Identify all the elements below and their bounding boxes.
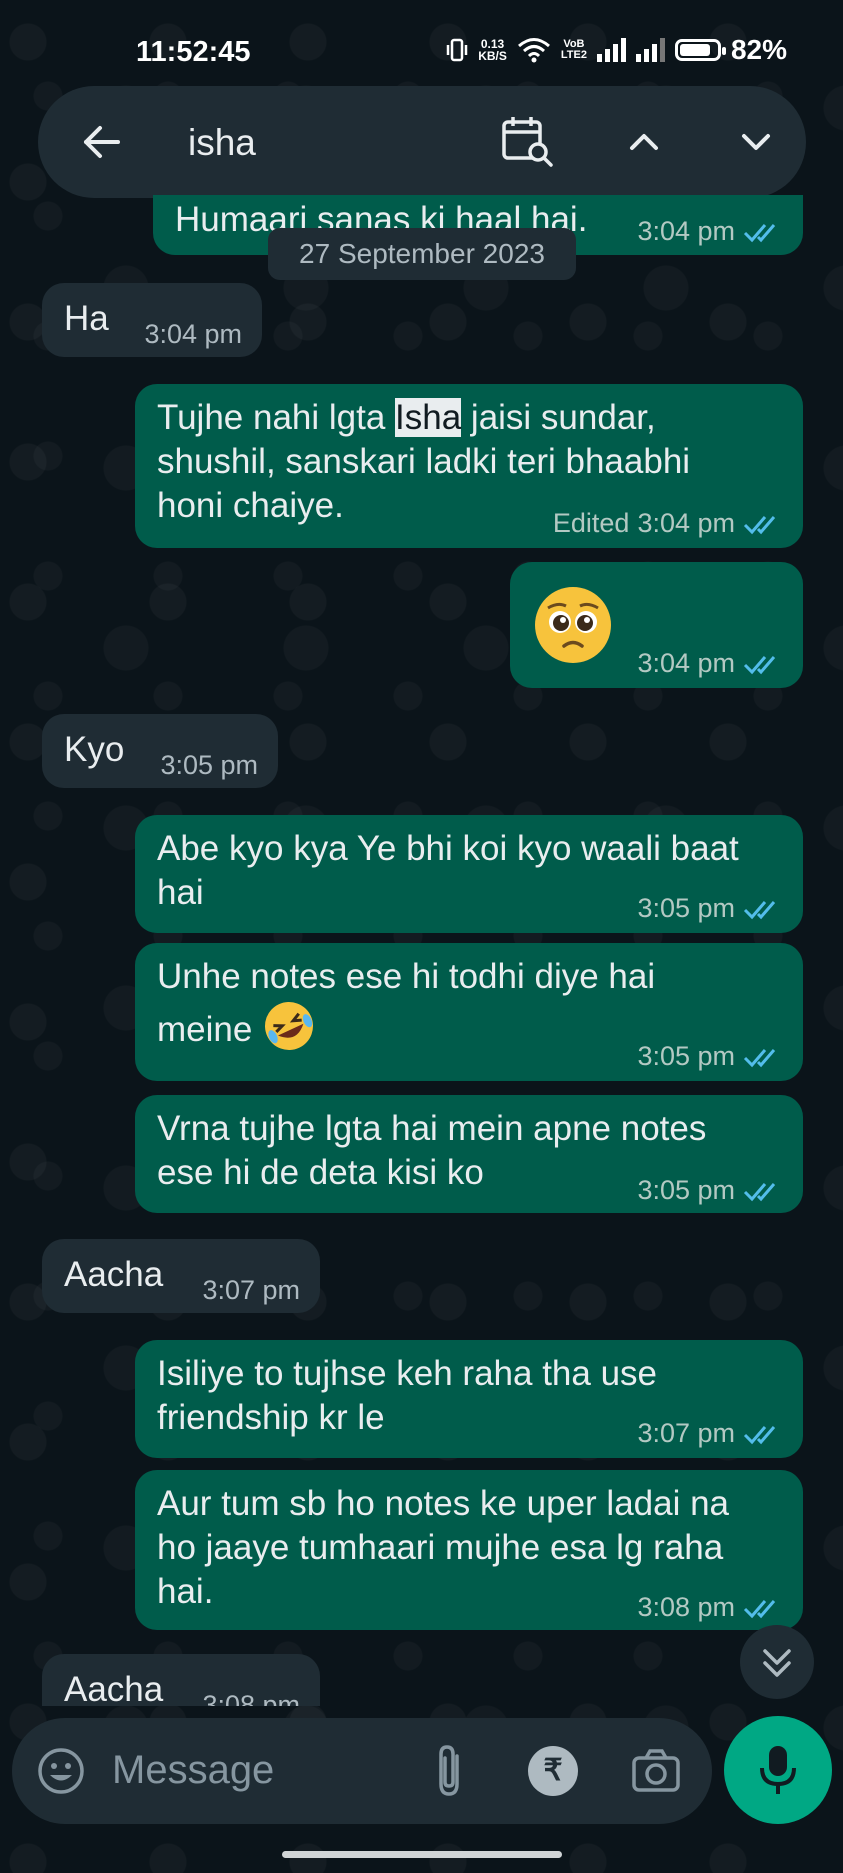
message-meta: 3:05 pm (160, 750, 258, 781)
message-input-bar: Message ₹ (12, 1718, 712, 1824)
message-text-line: hai (157, 873, 204, 912)
battery-icon (674, 39, 726, 61)
pleading-face-emoji (535, 587, 611, 663)
edited-label: Edited (552, 508, 630, 538)
message-time: 3:04 pm (637, 648, 735, 678)
volte-indicator: VoB LTE2 (561, 39, 587, 61)
double-check-icon (743, 900, 776, 919)
message-meta: 3:07 pm (202, 1275, 300, 1306)
double-check-icon (743, 515, 776, 534)
battery-percentage: 82% (730, 34, 787, 65)
vibrate-icon (446, 38, 468, 62)
message-meta: 3:05 pm (637, 1175, 783, 1206)
paperclip-icon[interactable] (427, 1742, 473, 1800)
message-time: 3:08 pm (637, 1592, 735, 1622)
message-bubble-outgoing[interactable]: Isiliye to tujhse keh raha tha use frien… (135, 1340, 803, 1458)
payment-rupee-button[interactable]: ₹ (528, 1746, 578, 1796)
message-text-part: Tujhe nahi lgta (157, 398, 396, 437)
message-time: 3:05 pm (637, 893, 735, 923)
message-time: 3:05 pm (160, 750, 258, 780)
message-time: 3:07 pm (637, 1418, 735, 1448)
camera-icon[interactable] (630, 1746, 682, 1796)
search-highlight: Isha (395, 398, 462, 437)
lte-label: LTE2 (560, 49, 587, 61)
message-bubble-outgoing[interactable]: Vrna tujhe lgta hai mein apne notes ese … (135, 1095, 803, 1213)
message-text: Aacha (64, 1670, 164, 1709)
message-text-line: ese hi de deta kisi ko (157, 1153, 484, 1192)
message-text-line: shushil, sanskari ladki teri bhaabhi (157, 442, 691, 481)
message-text-line: friendship kr le (157, 1398, 385, 1437)
message-text-line: Aur tum sb ho notes ke uper ladai na (157, 1484, 730, 1523)
message-text-line: Vrna tujhe lgta hai mein apne notes (157, 1109, 707, 1148)
message-time: 3:07 pm (202, 1275, 300, 1305)
arrow-left-icon[interactable] (74, 114, 130, 170)
message-text: Unhe notes ese hi todhi diye hai meine (157, 955, 655, 1053)
message-meta: 3:07 pm (637, 1418, 783, 1449)
double-check-icon (743, 223, 776, 242)
message-time: 3:04 pm (637, 216, 735, 246)
message-bubble-outgoing[interactable]: Aur tum sb ho notes ke uper ladai na ho … (135, 1470, 803, 1630)
microphone-icon (760, 1746, 796, 1794)
message-text: Isiliye to tujhse keh raha tha use frien… (157, 1352, 657, 1440)
message-time: 3:04 pm (144, 319, 242, 349)
double-check-icon (743, 1048, 776, 1067)
message-meta: 3:05 pm (637, 1041, 783, 1072)
message-bubble-outgoing[interactable]: Unhe notes ese hi todhi diye hai meine 3… (135, 943, 803, 1081)
rolling-laughing-emoji (265, 1002, 314, 1050)
message-time: 3:05 pm (637, 1041, 735, 1071)
message-meta: Edited 3:04 pm (553, 508, 783, 539)
emoji-message (532, 584, 614, 666)
double-check-icon (743, 1599, 776, 1618)
message-text-line: Unhe notes ese hi todhi diye hai (157, 957, 656, 996)
message-bubble-outgoing[interactable]: Abe kyo kya Ye bhi koi kyo waali baat ha… (135, 815, 803, 933)
message-text-line: Isiliye to tujhse keh raha tha use (157, 1354, 658, 1393)
message-bubble-incoming[interactable]: Kyo 3:05 pm (42, 714, 278, 788)
double-chevron-down-icon (763, 1649, 791, 1677)
status-time: 11:52:45 (136, 36, 251, 68)
message-bubble-outgoing[interactable]: 3:04 pm (510, 562, 803, 688)
emoji-icon[interactable] (36, 1746, 86, 1796)
message-time: 3:04 pm (637, 508, 735, 538)
network-speed-unit: KB/S (478, 49, 507, 63)
message-bubble-outgoing[interactable]: Tujhe nahi lgta Isha jaisi sundar, shush… (135, 384, 803, 548)
message-text-line: meine (157, 1010, 253, 1049)
scroll-to-bottom-button[interactable] (740, 1625, 814, 1699)
message-text-line: Abe kyo kya Ye bhi koi kyo waali baat (157, 829, 739, 868)
home-indicator[interactable] (282, 1851, 562, 1858)
message-text: Vrna tujhe lgta hai mein apne notes ese … (157, 1107, 706, 1195)
chevron-down-icon[interactable] (728, 114, 784, 170)
date-separator: 27 September 2023 (268, 228, 576, 280)
message-meta: 3:04 pm (637, 648, 783, 679)
message-text-line: hai. (157, 1572, 214, 1611)
status-icons: 0.13 KB/S VoB LTE2 82% (446, 34, 787, 66)
message-text: Ha (64, 299, 109, 338)
signal-icon-sim1 (596, 38, 626, 62)
message-text-line: ho jaaye tumhaari mujhe esa lg raha (157, 1528, 724, 1567)
voice-message-button[interactable] (724, 1716, 832, 1824)
message-bubble-incoming[interactable]: Aacha 3:07 pm (42, 1239, 320, 1313)
message-meta: 3:04 pm (637, 216, 783, 247)
message-bubble-incoming[interactable]: Ha 3:04 pm (42, 283, 262, 357)
message-text: Kyo (64, 730, 125, 769)
message-text-line: honi chaiye. (157, 486, 344, 525)
calendar-search-icon[interactable] (498, 114, 558, 170)
chevron-up-icon[interactable] (616, 114, 672, 170)
message-input[interactable]: Message (112, 1748, 274, 1793)
double-check-icon (743, 1182, 776, 1201)
search-bar: isha (38, 86, 806, 198)
signal-icon-sim2 (635, 38, 665, 62)
double-check-icon (743, 655, 776, 674)
wifi-icon (517, 38, 550, 63)
double-check-icon (743, 1425, 776, 1444)
network-speed: 0.13 KB/S (478, 38, 507, 62)
message-text: Aacha (64, 1255, 164, 1294)
message-text-part: jaisi sundar, (461, 398, 656, 437)
message-time: 3:05 pm (637, 1175, 735, 1205)
battery-level (679, 44, 710, 56)
message-meta: 3:08 pm (637, 1592, 783, 1623)
search-query-input[interactable]: isha (188, 122, 256, 164)
message-meta: 3:05 pm (637, 893, 783, 924)
message-meta: 3:04 pm (144, 319, 242, 350)
